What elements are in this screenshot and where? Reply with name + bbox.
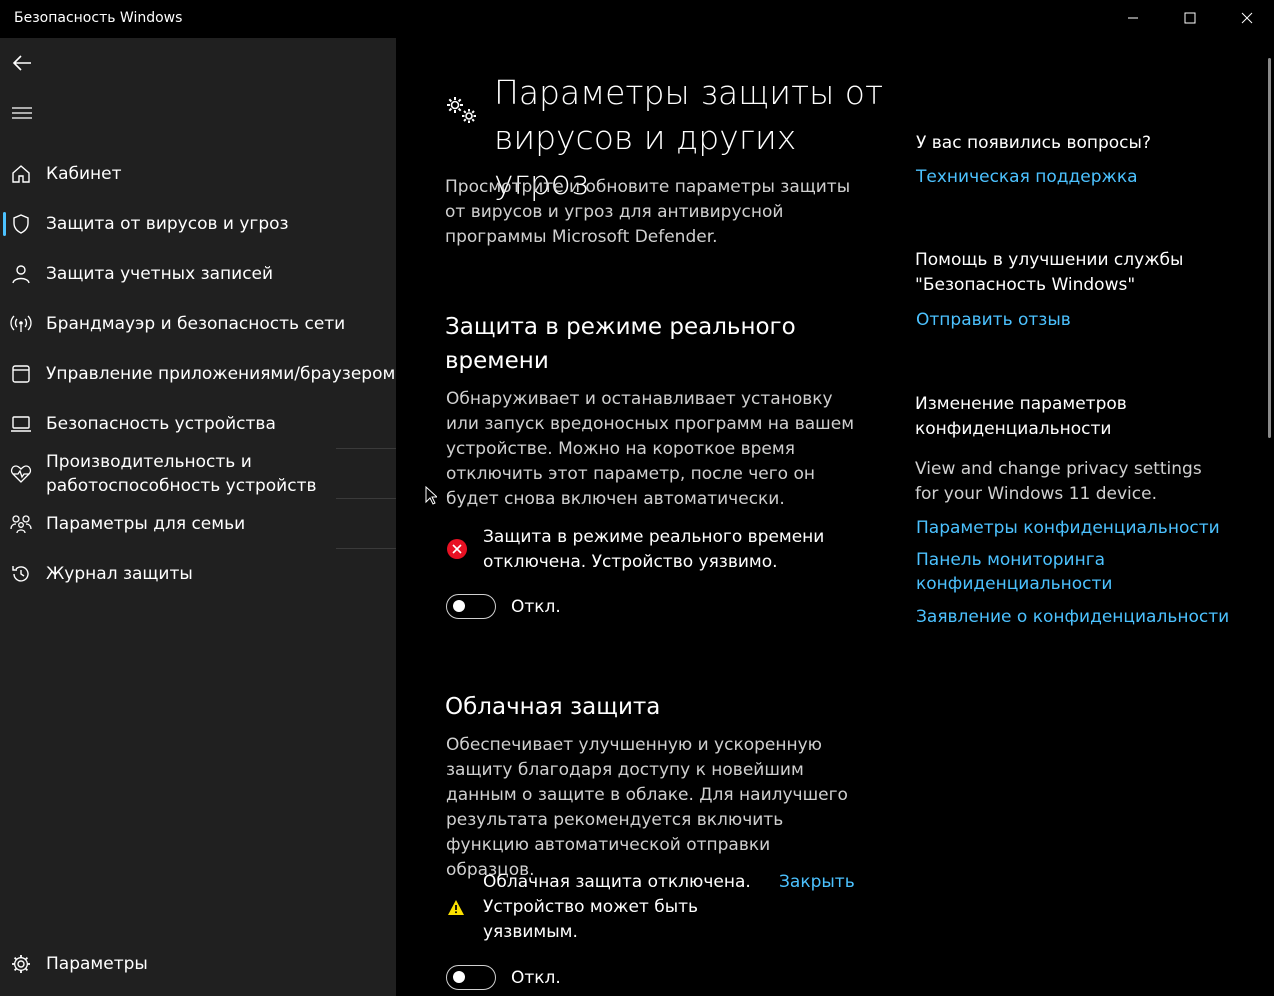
home-icon bbox=[10, 163, 32, 185]
shield-icon bbox=[10, 213, 32, 235]
warning-icon bbox=[447, 899, 465, 920]
sidebar-item-device-security[interactable]: Безопасность устройства bbox=[0, 400, 396, 448]
page-description: Просмотрите и обновите параметры защиты … bbox=[445, 177, 851, 247]
minimize-icon bbox=[1127, 17, 1138, 19]
cloud-description: Обеспечивает улучшенную и ускоренную защ… bbox=[446, 735, 848, 880]
laptop-icon bbox=[10, 413, 32, 435]
error-icon bbox=[446, 538, 468, 564]
improve-heading: Помощь в улучшении службы "Безопасность … bbox=[915, 250, 1184, 295]
sidebar-settings-label: Параметры bbox=[46, 954, 148, 974]
back-button[interactable] bbox=[0, 41, 44, 85]
sidebar-item-label: Журнал защиты bbox=[46, 564, 193, 584]
sidebar-item-label: Управление приложениями/браузером bbox=[46, 364, 396, 384]
vertical-scrollbar[interactable] bbox=[1268, 58, 1271, 438]
sidebar-item-home[interactable]: Кабинет bbox=[0, 150, 396, 198]
toggle-knob bbox=[453, 600, 465, 612]
divider bbox=[336, 448, 396, 449]
heart-pulse-icon bbox=[10, 463, 32, 485]
hamburger-menu-icon bbox=[12, 107, 32, 119]
sidebar-item-account-protection[interactable]: Защита учетных записей bbox=[0, 250, 396, 298]
mouse-cursor-icon bbox=[425, 485, 439, 509]
cloud-status-text: Облачная защита отключена. Устройство мо… bbox=[483, 872, 751, 942]
sidebar-item-protection-history[interactable]: Журнал защиты bbox=[0, 550, 396, 598]
sidebar-item-settings[interactable]: Параметры bbox=[0, 940, 396, 988]
realtime-heading: Защита в режиме реального времени bbox=[445, 314, 796, 374]
sidebar-item-label: Параметры для семьи bbox=[46, 514, 246, 534]
sidebar-item-label: Безопасность устройства bbox=[46, 414, 276, 434]
support-link[interactable]: Техническая поддержка bbox=[916, 165, 1138, 189]
menu-button[interactable] bbox=[0, 91, 44, 135]
back-arrow-icon bbox=[12, 55, 31, 71]
app-window-icon bbox=[10, 363, 32, 385]
feedback-link[interactable]: Отправить отзыв bbox=[916, 308, 1071, 332]
sidebar-item-label: Защита учетных записей bbox=[46, 264, 274, 284]
privacy-text: View and change privacy settings for you… bbox=[915, 459, 1202, 504]
realtime-protection-toggle[interactable] bbox=[446, 594, 496, 619]
history-icon bbox=[10, 563, 32, 585]
window-title: Безопасность Windows bbox=[14, 10, 183, 26]
sidebar-item-device-performance[interactable]: Производительность и работоспособность у… bbox=[0, 450, 396, 498]
questions-heading: У вас появились вопросы? bbox=[916, 133, 1151, 153]
virus-settings-gears-icon bbox=[445, 95, 479, 129]
cloud-dismiss-link[interactable]: Закрыть bbox=[779, 870, 855, 894]
close-icon bbox=[1241, 12, 1252, 24]
wifi-antenna-icon bbox=[10, 313, 32, 335]
toggle-knob bbox=[453, 971, 465, 983]
sidebar-item-firewall[interactable]: Брандмауэр и безопасность сети bbox=[0, 300, 396, 348]
person-icon bbox=[10, 263, 32, 285]
maximize-icon bbox=[1184, 12, 1195, 24]
sidebar-item-label: Кабинет bbox=[46, 164, 122, 184]
sidebar-item-label: Производительность и работоспособность у… bbox=[46, 452, 317, 496]
privacy-heading: Изменение параметров конфиденциальности bbox=[915, 394, 1127, 439]
sidebar-item-virus-protection[interactable]: Защита от вирусов и угроз bbox=[0, 200, 396, 248]
family-icon bbox=[10, 513, 32, 535]
divider bbox=[336, 548, 396, 549]
realtime-description: Обнаруживает и останавливает установку и… bbox=[446, 389, 855, 509]
sidebar-item-label: Защита от вирусов и угроз bbox=[46, 214, 289, 234]
privacy-settings-link[interactable]: Параметры конфиденциальности bbox=[916, 516, 1220, 540]
realtime-status-text: Защита в режиме реального времени отключ… bbox=[483, 527, 825, 572]
minimize-button[interactable] bbox=[1104, 0, 1161, 36]
gear-icon bbox=[10, 953, 32, 975]
cloud-heading: Облачная защита bbox=[445, 694, 661, 720]
sidebar: Кабинет Защита от вирусов и угроз Защита… bbox=[0, 38, 396, 996]
divider bbox=[336, 498, 396, 499]
cloud-protection-toggle[interactable] bbox=[446, 965, 496, 990]
sidebar-item-family-options[interactable]: Параметры для семьи bbox=[0, 500, 396, 548]
privacy-statement-link[interactable]: Заявление о конфиденциальности bbox=[916, 605, 1229, 629]
sidebar-item-app-browser-control[interactable]: Управление приложениями/браузером bbox=[0, 350, 396, 398]
maximize-button[interactable] bbox=[1161, 0, 1218, 36]
sidebar-item-label: Брандмауэр и безопасность сети bbox=[46, 314, 346, 334]
privacy-dashboard-link[interactable]: Панель мониторинга конфиденциальности bbox=[916, 548, 1176, 596]
title-bar: Безопасность Windows bbox=[0, 0, 1274, 38]
close-button[interactable] bbox=[1218, 0, 1274, 36]
cloud-toggle-label: Откл. bbox=[511, 968, 561, 988]
active-indicator bbox=[3, 212, 6, 236]
realtime-toggle-label: Откл. bbox=[511, 597, 561, 617]
